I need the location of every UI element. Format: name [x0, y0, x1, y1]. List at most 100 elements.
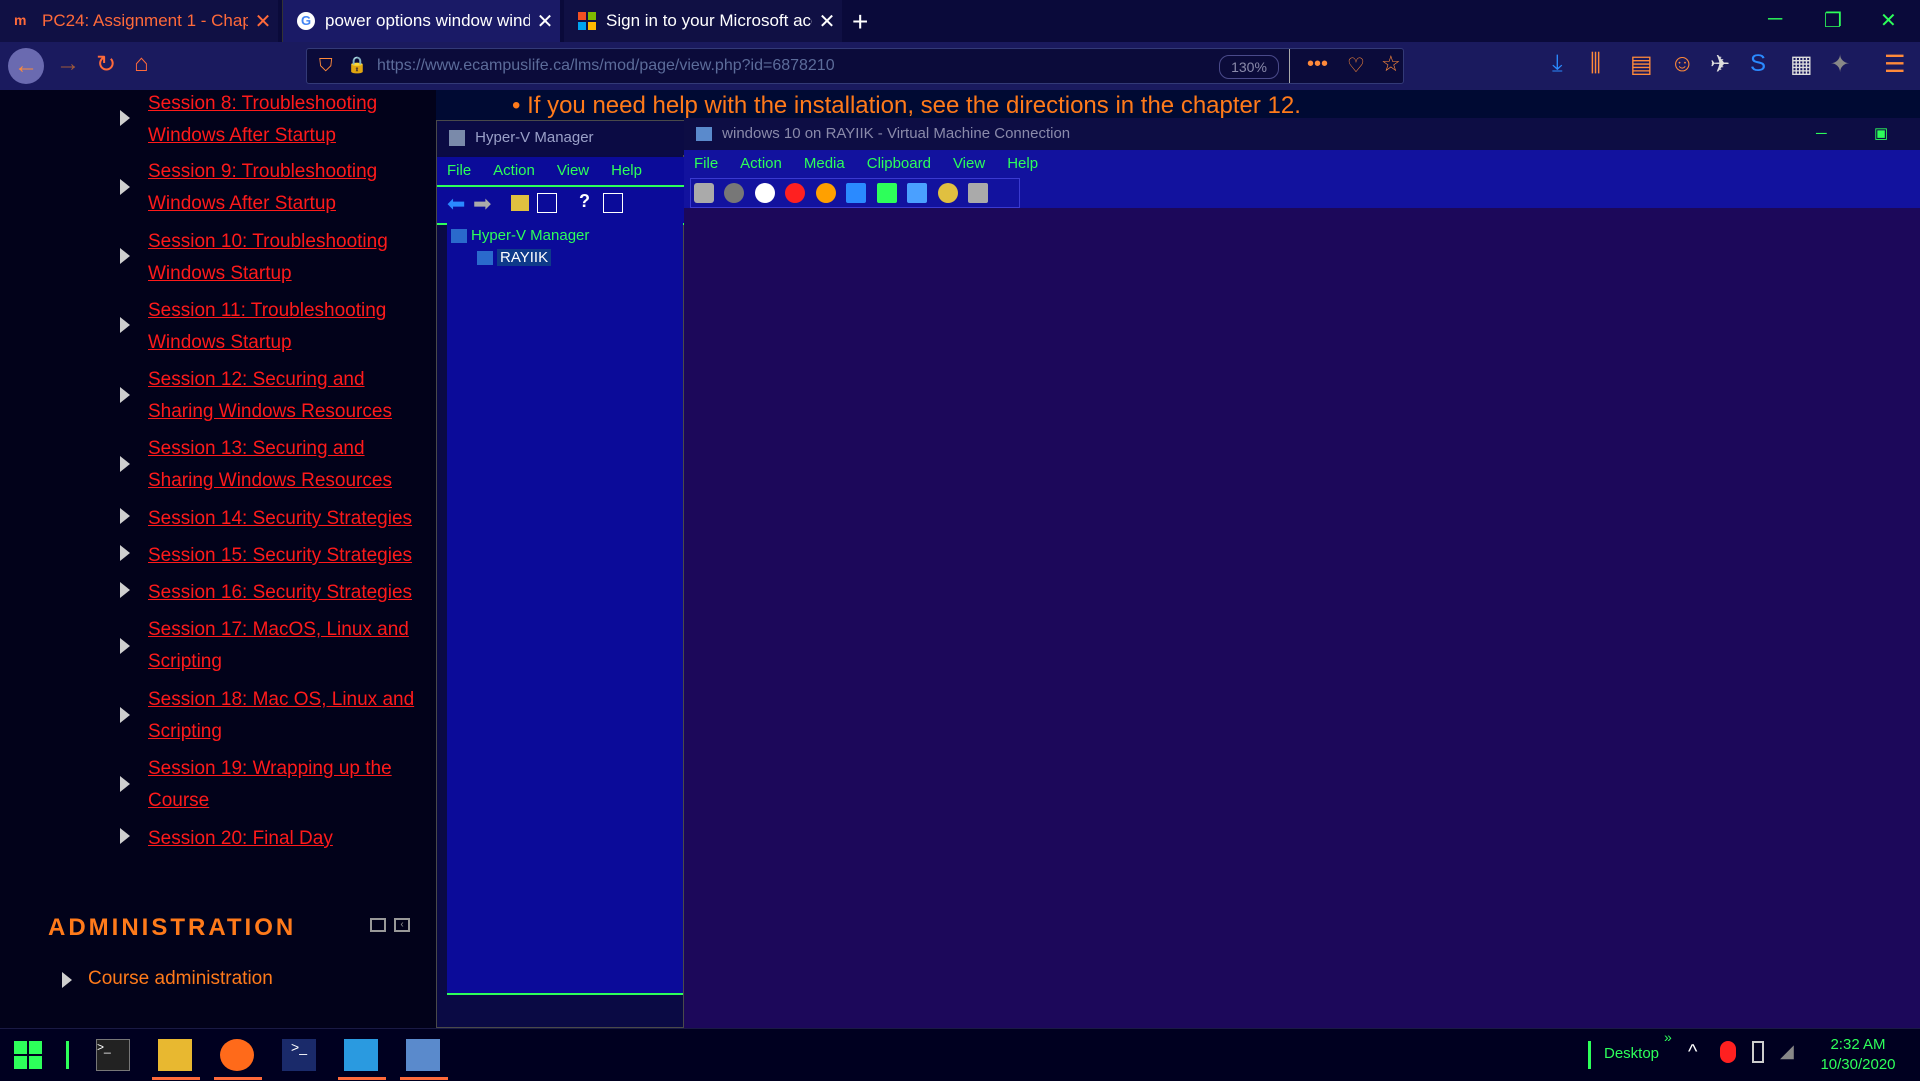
grid-extension-icon[interactable]: ▦	[1790, 50, 1813, 79]
tab-power-options[interactable]: G power options window window ✕	[282, 0, 560, 42]
back-arrow-icon[interactable]: ⬅	[447, 191, 465, 217]
account-icon[interactable]: ☺	[1670, 50, 1695, 78]
turn-off-icon[interactable]	[754, 183, 775, 203]
resume-icon[interactable]	[876, 183, 897, 203]
back-button[interactable]: ←	[8, 48, 44, 84]
shield-icon[interactable]: ⛉	[319, 55, 333, 76]
terminal-icon[interactable]: >_	[96, 1039, 130, 1071]
tree-root-item[interactable]: Hyper-V Manager	[451, 227, 589, 244]
revert-icon[interactable]	[937, 183, 958, 203]
extension-icon[interactable]: ✈	[1710, 50, 1730, 79]
expand-arrow-icon[interactable]	[120, 248, 130, 264]
forward-arrow-icon[interactable]: ➡	[473, 191, 491, 217]
session-link[interactable]: Session 15: Security Strategies	[148, 540, 428, 572]
menu-view[interactable]: View	[557, 157, 589, 185]
hyperv-manager-taskbar-icon[interactable]	[344, 1039, 378, 1071]
lock-icon[interactable]: 🔒	[347, 55, 367, 75]
vm-minimize-button[interactable]: ─	[1816, 118, 1827, 150]
menu-action[interactable]: Action	[493, 157, 535, 185]
session-link[interactable]: Session 18: Mac OS, Linux and Scripting	[148, 684, 428, 748]
vm-maximize-button[interactable]: ▣	[1874, 118, 1888, 150]
skype-icon[interactable]: S	[1750, 50, 1766, 78]
powershell-icon[interactable]: >_	[282, 1039, 316, 1071]
checkpoint-icon[interactable]	[907, 183, 928, 203]
desktop-toolbar[interactable]: Desktop	[1604, 1045, 1659, 1062]
close-icon[interactable]: ✕	[812, 9, 842, 34]
expand-arrow-icon[interactable]	[120, 707, 130, 723]
reload-button[interactable]: ↻	[96, 50, 116, 79]
save-icon[interactable]	[815, 183, 836, 203]
help-icon[interactable]: ?	[579, 191, 590, 212]
menu-file[interactable]: File	[447, 157, 471, 185]
pocket-icon[interactable]: ♡	[1347, 53, 1365, 78]
zoom-level[interactable]: 130%	[1219, 55, 1279, 79]
expand-arrow-icon[interactable]	[120, 110, 130, 126]
close-window-button[interactable]: ✕	[1880, 8, 1897, 33]
minimize-button[interactable]: ─	[1768, 8, 1782, 31]
tray-chevron-icon[interactable]: ^	[1688, 1041, 1697, 1064]
console-icon[interactable]	[603, 193, 623, 213]
session-link[interactable]: Session 20: Final Day	[148, 823, 428, 855]
expand-arrow-icon[interactable]	[120, 508, 130, 524]
toolbar-expand-icon[interactable]: »	[1664, 1029, 1672, 1045]
expand-arrow-icon[interactable]	[62, 972, 72, 988]
expand-arrow-icon[interactable]	[120, 828, 130, 844]
session-link[interactable]: Session 13: Securing and Sharing Windows…	[148, 433, 428, 497]
folder-icon[interactable]	[511, 195, 529, 211]
address-bar[interactable]: ⛉ 🔒 https://www.ecampuslife.ca/lms/mod/p…	[306, 48, 1404, 84]
session-link[interactable]: Session 10: Troubleshooting Windows Star…	[148, 226, 428, 290]
minimize-block-icon[interactable]	[370, 918, 386, 932]
start-button[interactable]	[14, 1041, 42, 1069]
session-link[interactable]: Session 11: Troubleshooting Windows Star…	[148, 295, 428, 359]
session-link[interactable]: Session 9: Troubleshooting Windows After…	[148, 156, 428, 220]
firefox-icon[interactable]	[220, 1039, 254, 1071]
menu-media[interactable]: Media	[804, 150, 845, 178]
session-link[interactable]: Session 17: MacOS, Linux and Scripting	[148, 614, 428, 678]
network-icon[interactable]: ◢	[1780, 1041, 1794, 1062]
expand-arrow-icon[interactable]	[120, 179, 130, 195]
vm-display-area[interactable]	[684, 208, 1920, 1028]
home-button[interactable]: ⌂	[134, 50, 149, 78]
menu-view[interactable]: View	[953, 150, 985, 178]
library-icon[interactable]: ⫼	[1590, 50, 1601, 78]
new-tab-button[interactable]: +	[852, 6, 868, 38]
shutdown-icon[interactable]	[785, 183, 806, 203]
menu-file[interactable]: File	[694, 150, 718, 178]
menu-help[interactable]: Help	[611, 157, 642, 185]
download-icon[interactable]: ⤓	[1552, 50, 1563, 78]
tree-child-item[interactable]: RAYIIK	[477, 249, 552, 266]
session-link[interactable]: Session 12: Securing and Sharing Windows…	[148, 364, 428, 428]
course-administration-link[interactable]: Course administration	[88, 968, 273, 990]
restore-button[interactable]: ❐	[1824, 8, 1842, 33]
expand-arrow-icon[interactable]	[120, 387, 130, 403]
dock-block-icon[interactable]: ‹	[394, 918, 410, 932]
session-link[interactable]: Session 16: Security Strategies	[148, 577, 428, 609]
expand-arrow-icon[interactable]	[120, 317, 130, 333]
properties-icon[interactable]	[537, 193, 557, 213]
session-link[interactable]: Session 14: Security Strategies	[148, 503, 428, 535]
start-icon[interactable]	[724, 183, 745, 203]
hyperv-title-bar[interactable]: Hyper-V Manager	[437, 121, 685, 155]
menu-clipboard[interactable]: Clipboard	[867, 150, 931, 178]
session-link[interactable]: Session 8: Troubleshooting Windows After…	[148, 88, 428, 152]
addon-icon[interactable]: ✦	[1830, 50, 1850, 79]
sidebar-icon[interactable]: ▤	[1630, 50, 1653, 79]
session-link[interactable]: Session 19: Wrapping up the Course	[148, 753, 428, 817]
menu-icon[interactable]: ☰	[1884, 50, 1906, 79]
close-icon[interactable]: ✕	[248, 9, 278, 34]
clock[interactable]: 2:32 AM 10/30/2020	[1808, 1035, 1908, 1075]
expand-arrow-icon[interactable]	[120, 545, 130, 561]
enhanced-session-icon[interactable]	[968, 183, 989, 203]
more-icon[interactable]: •••	[1307, 53, 1328, 76]
expand-arrow-icon[interactable]	[120, 456, 130, 472]
forward-button[interactable]: →	[56, 50, 80, 78]
expand-arrow-icon[interactable]	[120, 638, 130, 654]
tab-microsoft-signin[interactable]: Sign in to your Microsoft accou ✕	[564, 0, 842, 42]
tray-app-icon[interactable]	[1720, 1041, 1736, 1063]
expand-arrow-icon[interactable]	[120, 582, 130, 598]
vm-title-bar[interactable]: windows 10 on RAYIIK - Virtual Machine C…	[684, 118, 1920, 150]
vm-connection-taskbar-icon[interactable]	[406, 1039, 440, 1071]
pause-icon[interactable]	[846, 183, 867, 203]
file-explorer-icon[interactable]	[158, 1039, 192, 1071]
expand-arrow-icon[interactable]	[120, 776, 130, 792]
